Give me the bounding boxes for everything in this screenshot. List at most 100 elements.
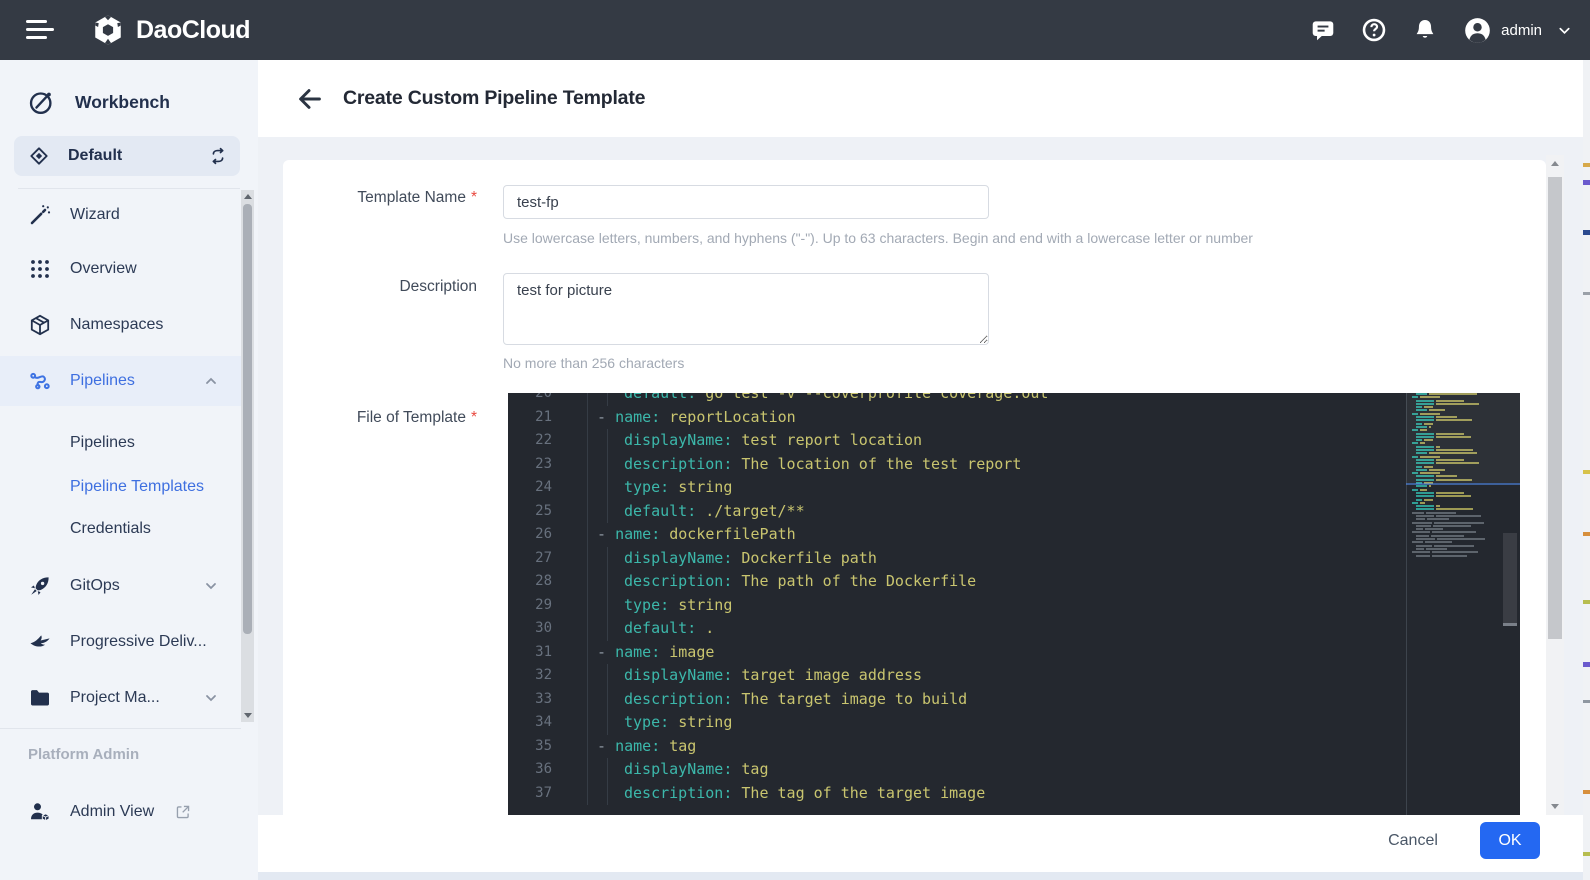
cancel-button[interactable]: Cancel	[1375, 822, 1451, 860]
code-line[interactable]: 37description: The tag of the target ima…	[508, 782, 1406, 806]
bell-icon[interactable]	[1412, 17, 1438, 43]
workspace-icon	[28, 145, 50, 167]
code-line[interactable]: 24type: string	[508, 476, 1406, 500]
sidebar-item-project-management[interactable]: Project Ma...	[0, 675, 241, 721]
workspace-name: Default	[68, 147, 208, 165]
scroll-up-arrow[interactable]	[244, 194, 252, 199]
template-name-label: Template Name*	[283, 189, 477, 207]
folder-icon	[28, 686, 52, 710]
chevron-down-icon	[1557, 23, 1572, 38]
editor-scrollbar-thumb[interactable]	[1503, 533, 1517, 626]
overview-ruler	[1583, 60, 1590, 880]
sidebar-scrollbar-thumb[interactable]	[243, 204, 252, 634]
page-header: Create Custom Pipeline Template	[258, 60, 1590, 137]
external-link-icon	[174, 803, 192, 821]
code-line[interactable]: 25default: ./target/**	[508, 500, 1406, 524]
sidebar-item-admin-view[interactable]: Admin View	[0, 789, 258, 835]
sidebar-item-label: Progressive Deliv...	[70, 633, 241, 651]
chevron-down-icon	[203, 690, 219, 706]
workspace-selector[interactable]: Default	[14, 136, 240, 176]
description-input[interactable]: test for picture	[503, 273, 989, 345]
rocket-icon	[28, 574, 52, 598]
code-line[interactable]: 27displayName: Dockerfile path	[508, 547, 1406, 571]
editor-scrollbar[interactable]	[1500, 393, 1520, 815]
overview-icon	[28, 257, 52, 281]
code-line[interactable]: 22displayName: test report location	[508, 429, 1406, 453]
user-menu[interactable]: admin	[1463, 16, 1572, 45]
sidebar-item-label: Project Ma...	[70, 689, 203, 707]
code-line[interactable]: 32displayName: target image address	[508, 664, 1406, 688]
wizard-icon	[28, 203, 52, 227]
template-name-helper: Use lowercase letters, numbers, and hyph…	[503, 230, 1253, 246]
sidebar-item-label: Overview	[70, 260, 241, 278]
description-label: Description	[283, 278, 477, 296]
message-icon[interactable]	[1310, 17, 1336, 43]
sidebar-item-label: Admin View	[70, 803, 154, 821]
brand-name: DaoCloud	[136, 16, 250, 45]
chevron-down-icon	[203, 578, 219, 594]
sidebar-item-label: Wizard	[70, 206, 241, 224]
code-line[interactable]: 35- name: tag	[508, 735, 1406, 759]
pipelines-icon	[28, 369, 52, 393]
back-arrow-icon[interactable]	[295, 84, 325, 114]
sidebar-item-pipelines[interactable]: Pipelines	[0, 356, 241, 406]
workbench-icon	[28, 89, 55, 116]
code-line[interactable]: 31- name: image	[508, 641, 1406, 665]
sidebar-item-label: GitOps	[70, 577, 203, 595]
workbench-label: Workbench	[75, 92, 170, 113]
minimap-divider	[1406, 393, 1407, 815]
admin-view-icon	[28, 800, 52, 824]
code-line[interactable]: 26- name: dockerfilePath	[508, 523, 1406, 547]
sidebar-subitem-pipelines[interactable]: Pipelines	[0, 421, 241, 465]
brand[interactable]: DaoCloud	[90, 0, 250, 60]
code-line[interactable]: 30default: .	[508, 617, 1406, 641]
sidebar-item-label: Pipelines	[70, 372, 203, 390]
page-scroll-up-arrow[interactable]	[1551, 161, 1559, 166]
sidebar-scrollbar[interactable]	[241, 190, 254, 722]
sidebar-workbench[interactable]: Workbench	[0, 78, 258, 126]
help-icon[interactable]	[1361, 17, 1387, 43]
code-line[interactable]: 28description: The path of the Dockerfil…	[508, 570, 1406, 594]
sidebar-item-wizard[interactable]: Wizard	[0, 192, 241, 238]
username: admin	[1501, 22, 1542, 39]
code-line[interactable]: 33description: The target image to build	[508, 688, 1406, 712]
file-of-template-label: File of Template*	[283, 409, 477, 427]
editor-minimap[interactable]	[1408, 393, 1500, 815]
namespaces-icon	[28, 313, 52, 337]
footer-bar: Cancel OK	[258, 815, 1590, 872]
sidebar-subitem-credentials[interactable]: Credentials	[0, 507, 241, 551]
code-line[interactable]: 20default: go test -v --coverprofile cov…	[508, 393, 1406, 406]
sidebar-item-progressive-delivery[interactable]: Progressive Deliv...	[0, 619, 241, 665]
sidebar-item-namespaces[interactable]: Namespaces	[0, 302, 241, 348]
sidebar-subitem-pipeline-templates[interactable]: Pipeline Templates	[0, 465, 241, 509]
platform-admin-section-label: Platform Admin	[28, 746, 139, 763]
code-line[interactable]: 21- name: reportLocation	[508, 406, 1406, 430]
topbar: DaoCloud admin	[0, 0, 1590, 60]
editor-code-lines: 20default: go test -v --coverprofile cov…	[508, 393, 1406, 805]
required-marker: *	[471, 189, 477, 206]
yaml-code-editor[interactable]: 20default: go test -v --coverprofile cov…	[508, 393, 1520, 815]
sidebar-item-gitops[interactable]: GitOps	[0, 563, 241, 609]
ok-button[interactable]: OK	[1480, 822, 1540, 859]
page-title: Create Custom Pipeline Template	[343, 87, 645, 110]
chevron-up-icon	[203, 373, 219, 389]
avatar	[1463, 16, 1492, 45]
sidebar-item-overview[interactable]: Overview	[0, 246, 241, 292]
scroll-down-arrow[interactable]	[244, 713, 252, 718]
template-name-input[interactable]	[503, 185, 989, 219]
code-line[interactable]: 29type: string	[508, 594, 1406, 618]
form-card: Template Name* Use lowercase letters, nu…	[283, 160, 1546, 815]
code-line[interactable]: 23description: The location of the test …	[508, 453, 1406, 477]
sidebar-item-label: Namespaces	[70, 316, 241, 334]
page-scrollbar-thumb[interactable]	[1548, 177, 1562, 639]
code-line[interactable]: 34type: string	[508, 711, 1406, 735]
required-marker: *	[471, 409, 477, 426]
code-line[interactable]: 36displayName: tag	[508, 758, 1406, 782]
page-scroll-down-arrow[interactable]	[1551, 804, 1559, 809]
hamburger-menu-icon[interactable]	[26, 20, 54, 40]
page-scrollbar[interactable]	[1546, 155, 1564, 815]
content-area: Template Name* Use lowercase letters, nu…	[258, 137, 1590, 815]
switch-workspace-icon[interactable]	[208, 146, 228, 166]
daocloud-logo-icon	[90, 12, 126, 48]
sidebar: Workbench Default Wizard	[0, 60, 258, 880]
